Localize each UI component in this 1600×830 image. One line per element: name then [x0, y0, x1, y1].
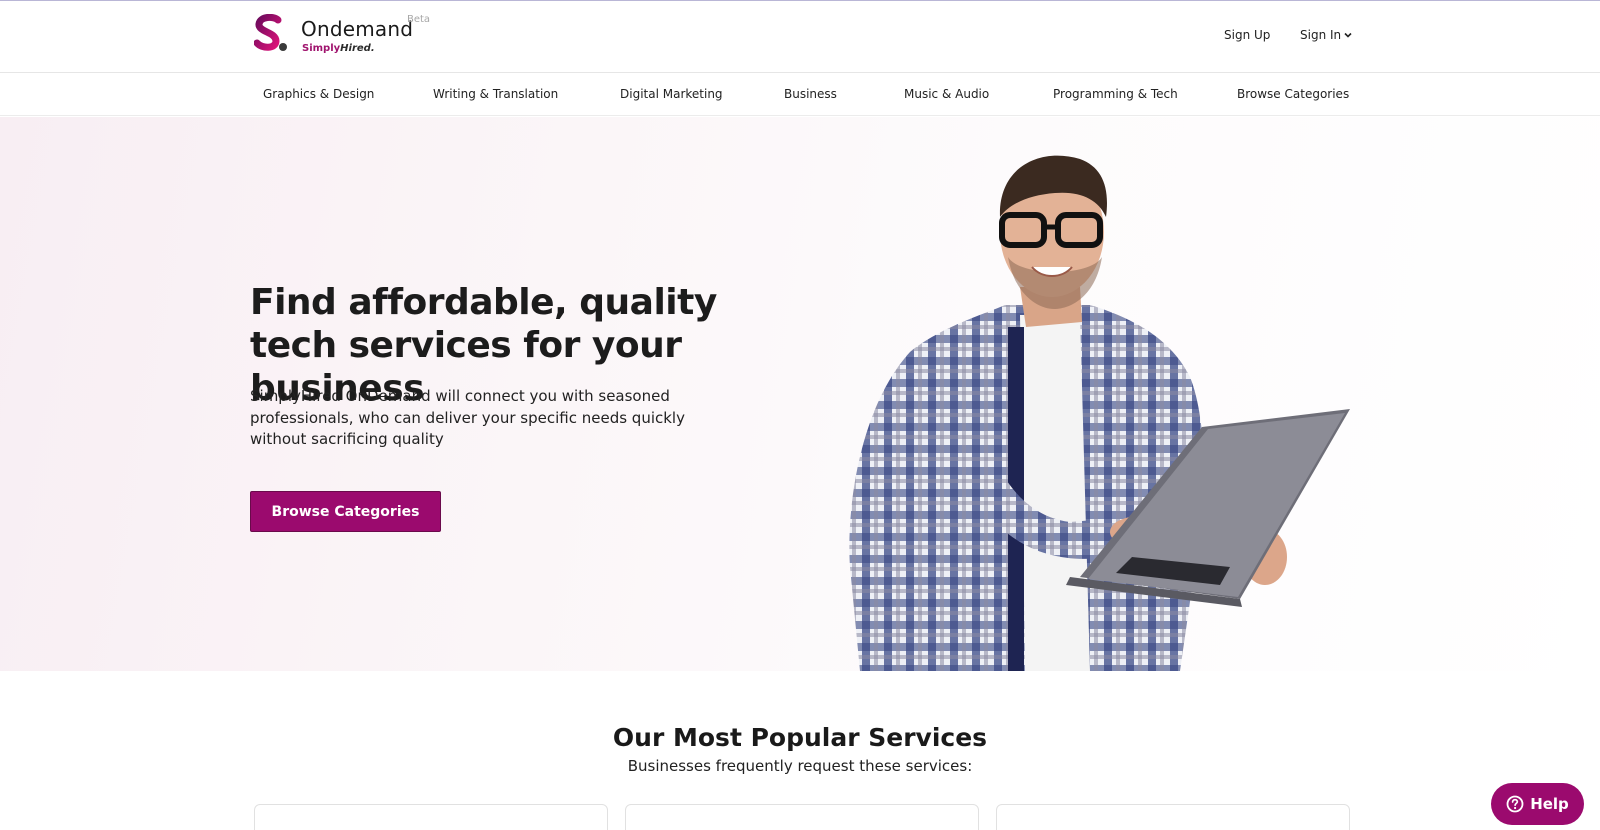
help-button[interactable]: Help: [1491, 783, 1584, 825]
nav-item-programming-tech[interactable]: Programming & Tech: [1053, 87, 1178, 101]
brand-s-icon: [254, 14, 287, 51]
brand-subtitle: SimplyHired.: [302, 43, 375, 54]
service-card[interactable]: [625, 804, 979, 830]
nav-item-digital-marketing[interactable]: Digital Marketing: [620, 87, 723, 101]
brand-sub-suffix: Hired.: [340, 43, 375, 54]
browse-categories-button[interactable]: Browse Categories: [250, 491, 441, 532]
popular-services-subtitle: Businesses frequently request these serv…: [627, 757, 973, 775]
sign-in-dropdown[interactable]: Sign In: [1300, 28, 1352, 42]
sign-up-link[interactable]: Sign Up: [1224, 28, 1270, 42]
site-header: Ondemand Beta SimplyHired. Sign Up Sign …: [0, 1, 1600, 73]
nav-item-music-audio[interactable]: Music & Audio: [904, 87, 989, 101]
nav-item-writing-translation[interactable]: Writing & Translation: [433, 87, 558, 101]
nav-item-graphics-design[interactable]: Graphics & Design: [263, 87, 374, 101]
nav-item-business[interactable]: Business: [784, 87, 837, 101]
hero-section: Find affordable, quality tech services f…: [0, 117, 1600, 671]
question-circle-icon: [1506, 795, 1524, 813]
chevron-down-icon: [1344, 32, 1352, 38]
popular-services-title: Our Most Popular Services: [612, 723, 988, 752]
beta-badge: Beta: [407, 14, 431, 25]
service-card[interactable]: [254, 804, 608, 830]
brand-sub-prefix: Simply: [302, 43, 341, 54]
sign-in-label: Sign In: [1300, 28, 1342, 42]
hero-description: SimplyHired OnDemand will connect you wi…: [250, 387, 685, 448]
brand-name: Ondemand: [301, 17, 414, 41]
service-card[interactable]: [996, 804, 1350, 830]
hero-person-with-laptop-image: [849, 155, 1350, 671]
category-nav: Graphics & Design Writing & Translation …: [0, 74, 1600, 116]
help-label: Help: [1530, 795, 1569, 813]
brand-logo[interactable]: Ondemand Beta SimplyHired.: [254, 14, 454, 62]
nav-item-browse-categories[interactable]: Browse Categories: [1237, 87, 1349, 101]
